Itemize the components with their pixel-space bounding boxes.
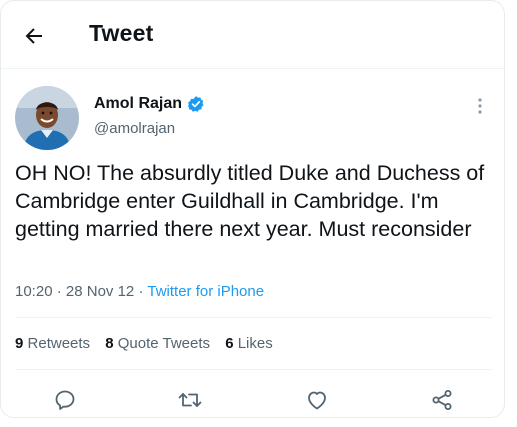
quote-tweets-stat[interactable]: 8 Quote Tweets [105,335,210,352]
divider [15,317,492,318]
retweet-icon [178,393,202,407]
page-title: Tweet [89,20,154,46]
avatar[interactable] [15,86,79,150]
retweets-stat[interactable]: 9 Retweets [15,335,90,352]
likes-stat[interactable]: 6 Likes [225,335,273,352]
like-button[interactable] [304,387,330,413]
tweet-time[interactable]: 10:20 [15,283,53,300]
tweet-meta: 10:20 · 28 Nov 12 · Twitter for iPhone [15,283,264,300]
tweet-date[interactable]: 28 Nov 12 [66,283,134,300]
reply-icon [55,390,75,410]
retweet-button[interactable] [177,387,203,413]
tweet-card: Tweet Amol Rajan @amolrajan OH NO! The a… [0,0,505,418]
tweet-stats: 9 Retweets 8 Quote Tweets 6 Likes [15,335,284,352]
likes-label: Likes [237,335,273,352]
more-vertical-icon [478,98,482,114]
header: Tweet [1,1,504,69]
more-options-button[interactable] [472,96,488,116]
tweet-source-link[interactable]: Twitter for iPhone [147,283,264,300]
heart-icon [308,391,326,410]
divider [15,369,492,370]
likes-count: 6 [225,335,234,352]
reply-button[interactable] [52,387,78,413]
share-icon [432,390,452,410]
quote-tweets-label: Quote Tweets [117,335,211,352]
arrow-left-icon [25,28,42,44]
meta-separator: · [138,283,144,300]
retweets-count: 9 [15,335,24,352]
share-button[interactable] [429,387,455,413]
tweet-actions [1,383,504,417]
quote-tweets-count: 8 [105,335,114,352]
back-button[interactable] [19,21,49,51]
verified-badge-icon [187,96,204,112]
author-display-name[interactable]: Amol Rajan [94,95,182,113]
author-name-row[interactable]: Amol Rajan [94,95,205,113]
meta-separator: · [56,283,62,300]
author-handle[interactable]: @amolrajan [94,120,175,137]
tweet-text: OH NO! The absurdly titled Duke and Duch… [15,161,485,241]
retweets-label: Retweets [27,335,91,352]
